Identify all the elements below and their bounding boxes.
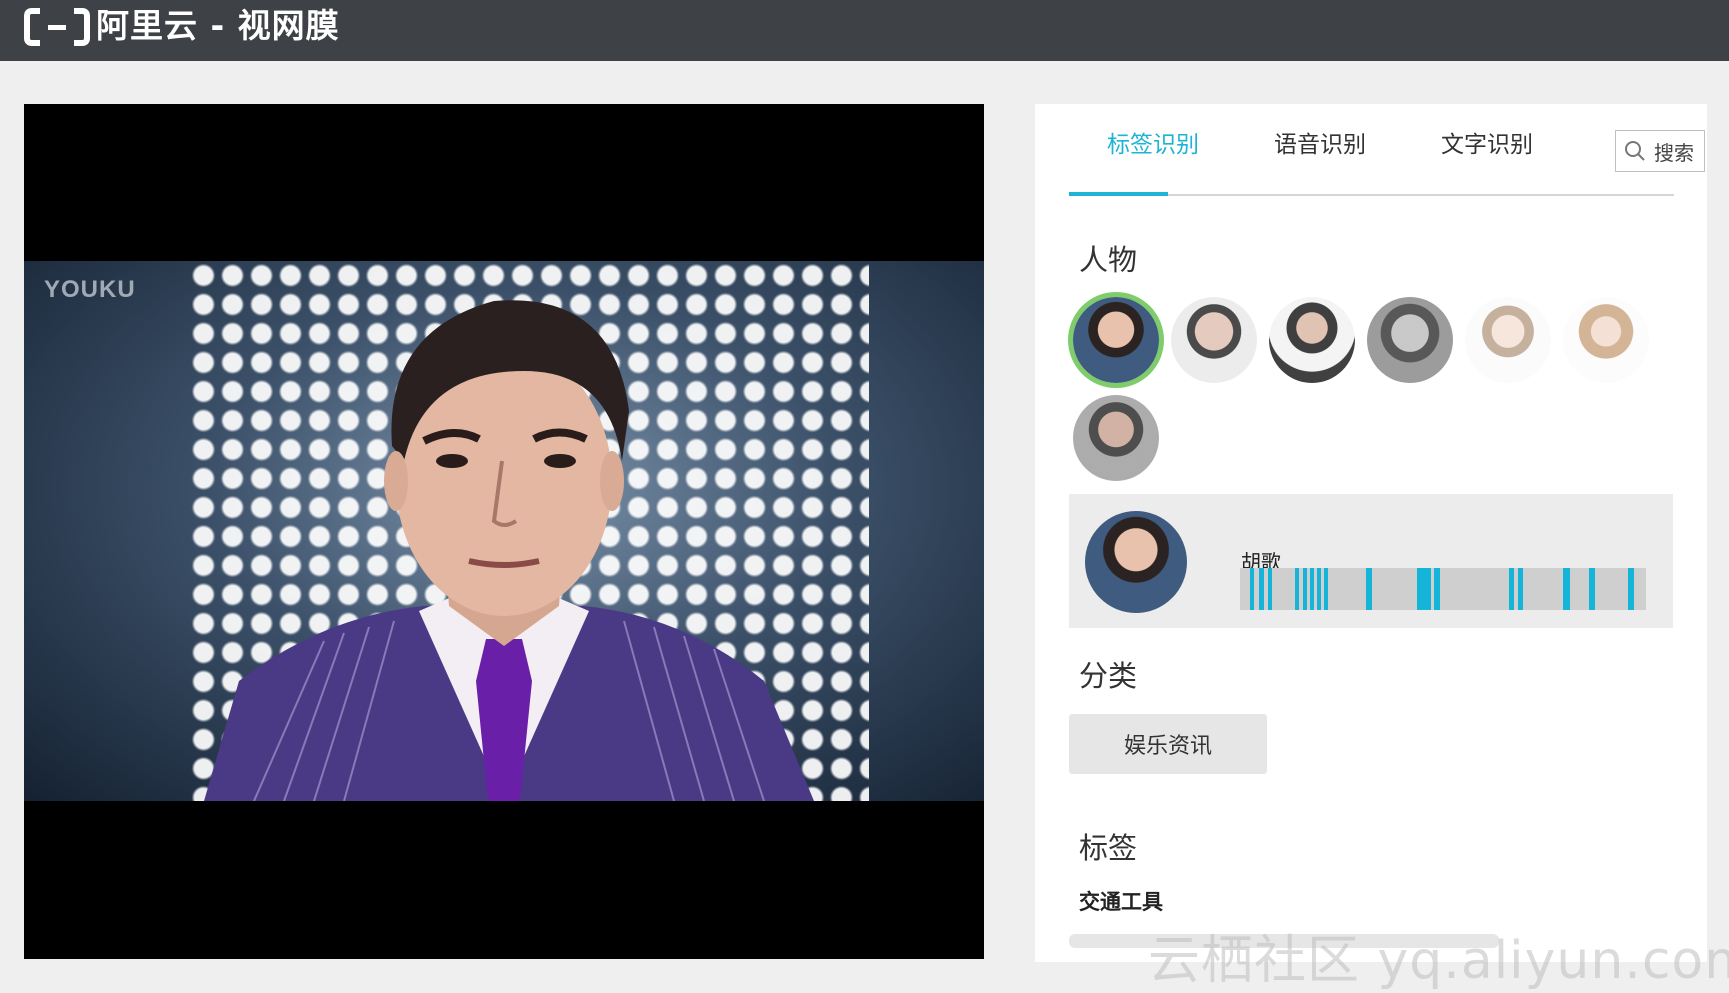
tab-speech-recognition[interactable]: 语音识别 xyxy=(1274,130,1366,160)
video-player[interactable]: YOUKU xyxy=(24,104,984,959)
timeline-segment[interactable] xyxy=(1508,568,1515,610)
search-icon xyxy=(1625,141,1645,161)
selected-person-avatar xyxy=(1085,511,1187,613)
people-section-title: 人物 xyxy=(1079,243,1138,277)
person-avatar[interactable] xyxy=(1465,297,1551,383)
timeline-segment[interactable] xyxy=(1294,568,1299,610)
timeline-segment[interactable] xyxy=(1259,568,1264,610)
timeline-segment[interactable] xyxy=(1627,568,1634,610)
timeline-segment[interactable] xyxy=(1250,568,1255,610)
tab-tag-recognition[interactable]: 标签识别 xyxy=(1107,130,1199,160)
timeline-segment[interactable] xyxy=(1302,568,1307,610)
timeline-segment[interactable] xyxy=(1309,568,1314,610)
timeline-segment[interactable] xyxy=(1365,568,1372,610)
person-avatar[interactable] xyxy=(1269,297,1355,383)
appearance-timeline[interactable] xyxy=(1240,568,1646,610)
person-avatar[interactable] xyxy=(1073,395,1159,481)
tab-text-recognition[interactable]: 文字识别 xyxy=(1441,130,1533,160)
person-figure xyxy=(204,300,814,801)
timeline-segment[interactable] xyxy=(1324,568,1328,610)
timeline-segment[interactable] xyxy=(1589,568,1596,610)
timeline-segment[interactable] xyxy=(1434,568,1440,610)
video-frame: YOUKU xyxy=(24,261,984,801)
top-bar: 阿里云 - 视网膜 xyxy=(0,0,1729,61)
site-watermark: 云栖社区 yq.aliyun.com xyxy=(1148,931,1729,991)
timeline-segment[interactable] xyxy=(1518,568,1524,610)
person-avatar[interactable] xyxy=(1073,297,1159,383)
timeline-segment[interactable] xyxy=(1416,568,1431,610)
person-avatar[interactable] xyxy=(1171,297,1257,383)
selected-person-detail: 胡歌 xyxy=(1069,494,1673,628)
aliyun-logo-icon xyxy=(24,8,90,46)
search-placeholder: 搜索 xyxy=(1654,140,1694,165)
labels-section-title: 标签 xyxy=(1079,831,1138,865)
analysis-panel: 标签识别 语音识别 文字识别 搜索 人物 胡歌 分类 娱乐资讯 标签 交通工具 xyxy=(1035,104,1707,962)
timeline-segment[interactable] xyxy=(1562,568,1570,610)
tab-bar: 标签识别 语音识别 文字识别 搜索 xyxy=(1069,104,1705,196)
timeline-segment[interactable] xyxy=(1317,568,1322,610)
app-title: 阿里云 - 视网膜 xyxy=(96,6,340,45)
person-avatar[interactable] xyxy=(1563,297,1649,383)
timeline-segment[interactable] xyxy=(1268,568,1273,610)
active-tab-indicator xyxy=(1069,192,1168,196)
category-tag[interactable]: 娱乐资讯 xyxy=(1069,714,1267,774)
youku-watermark: YOUKU xyxy=(44,276,136,303)
label-subheading: 交通工具 xyxy=(1079,890,1163,914)
search-input[interactable]: 搜索 xyxy=(1615,130,1705,172)
category-section-title: 分类 xyxy=(1079,659,1138,693)
person-avatar[interactable] xyxy=(1367,297,1453,383)
